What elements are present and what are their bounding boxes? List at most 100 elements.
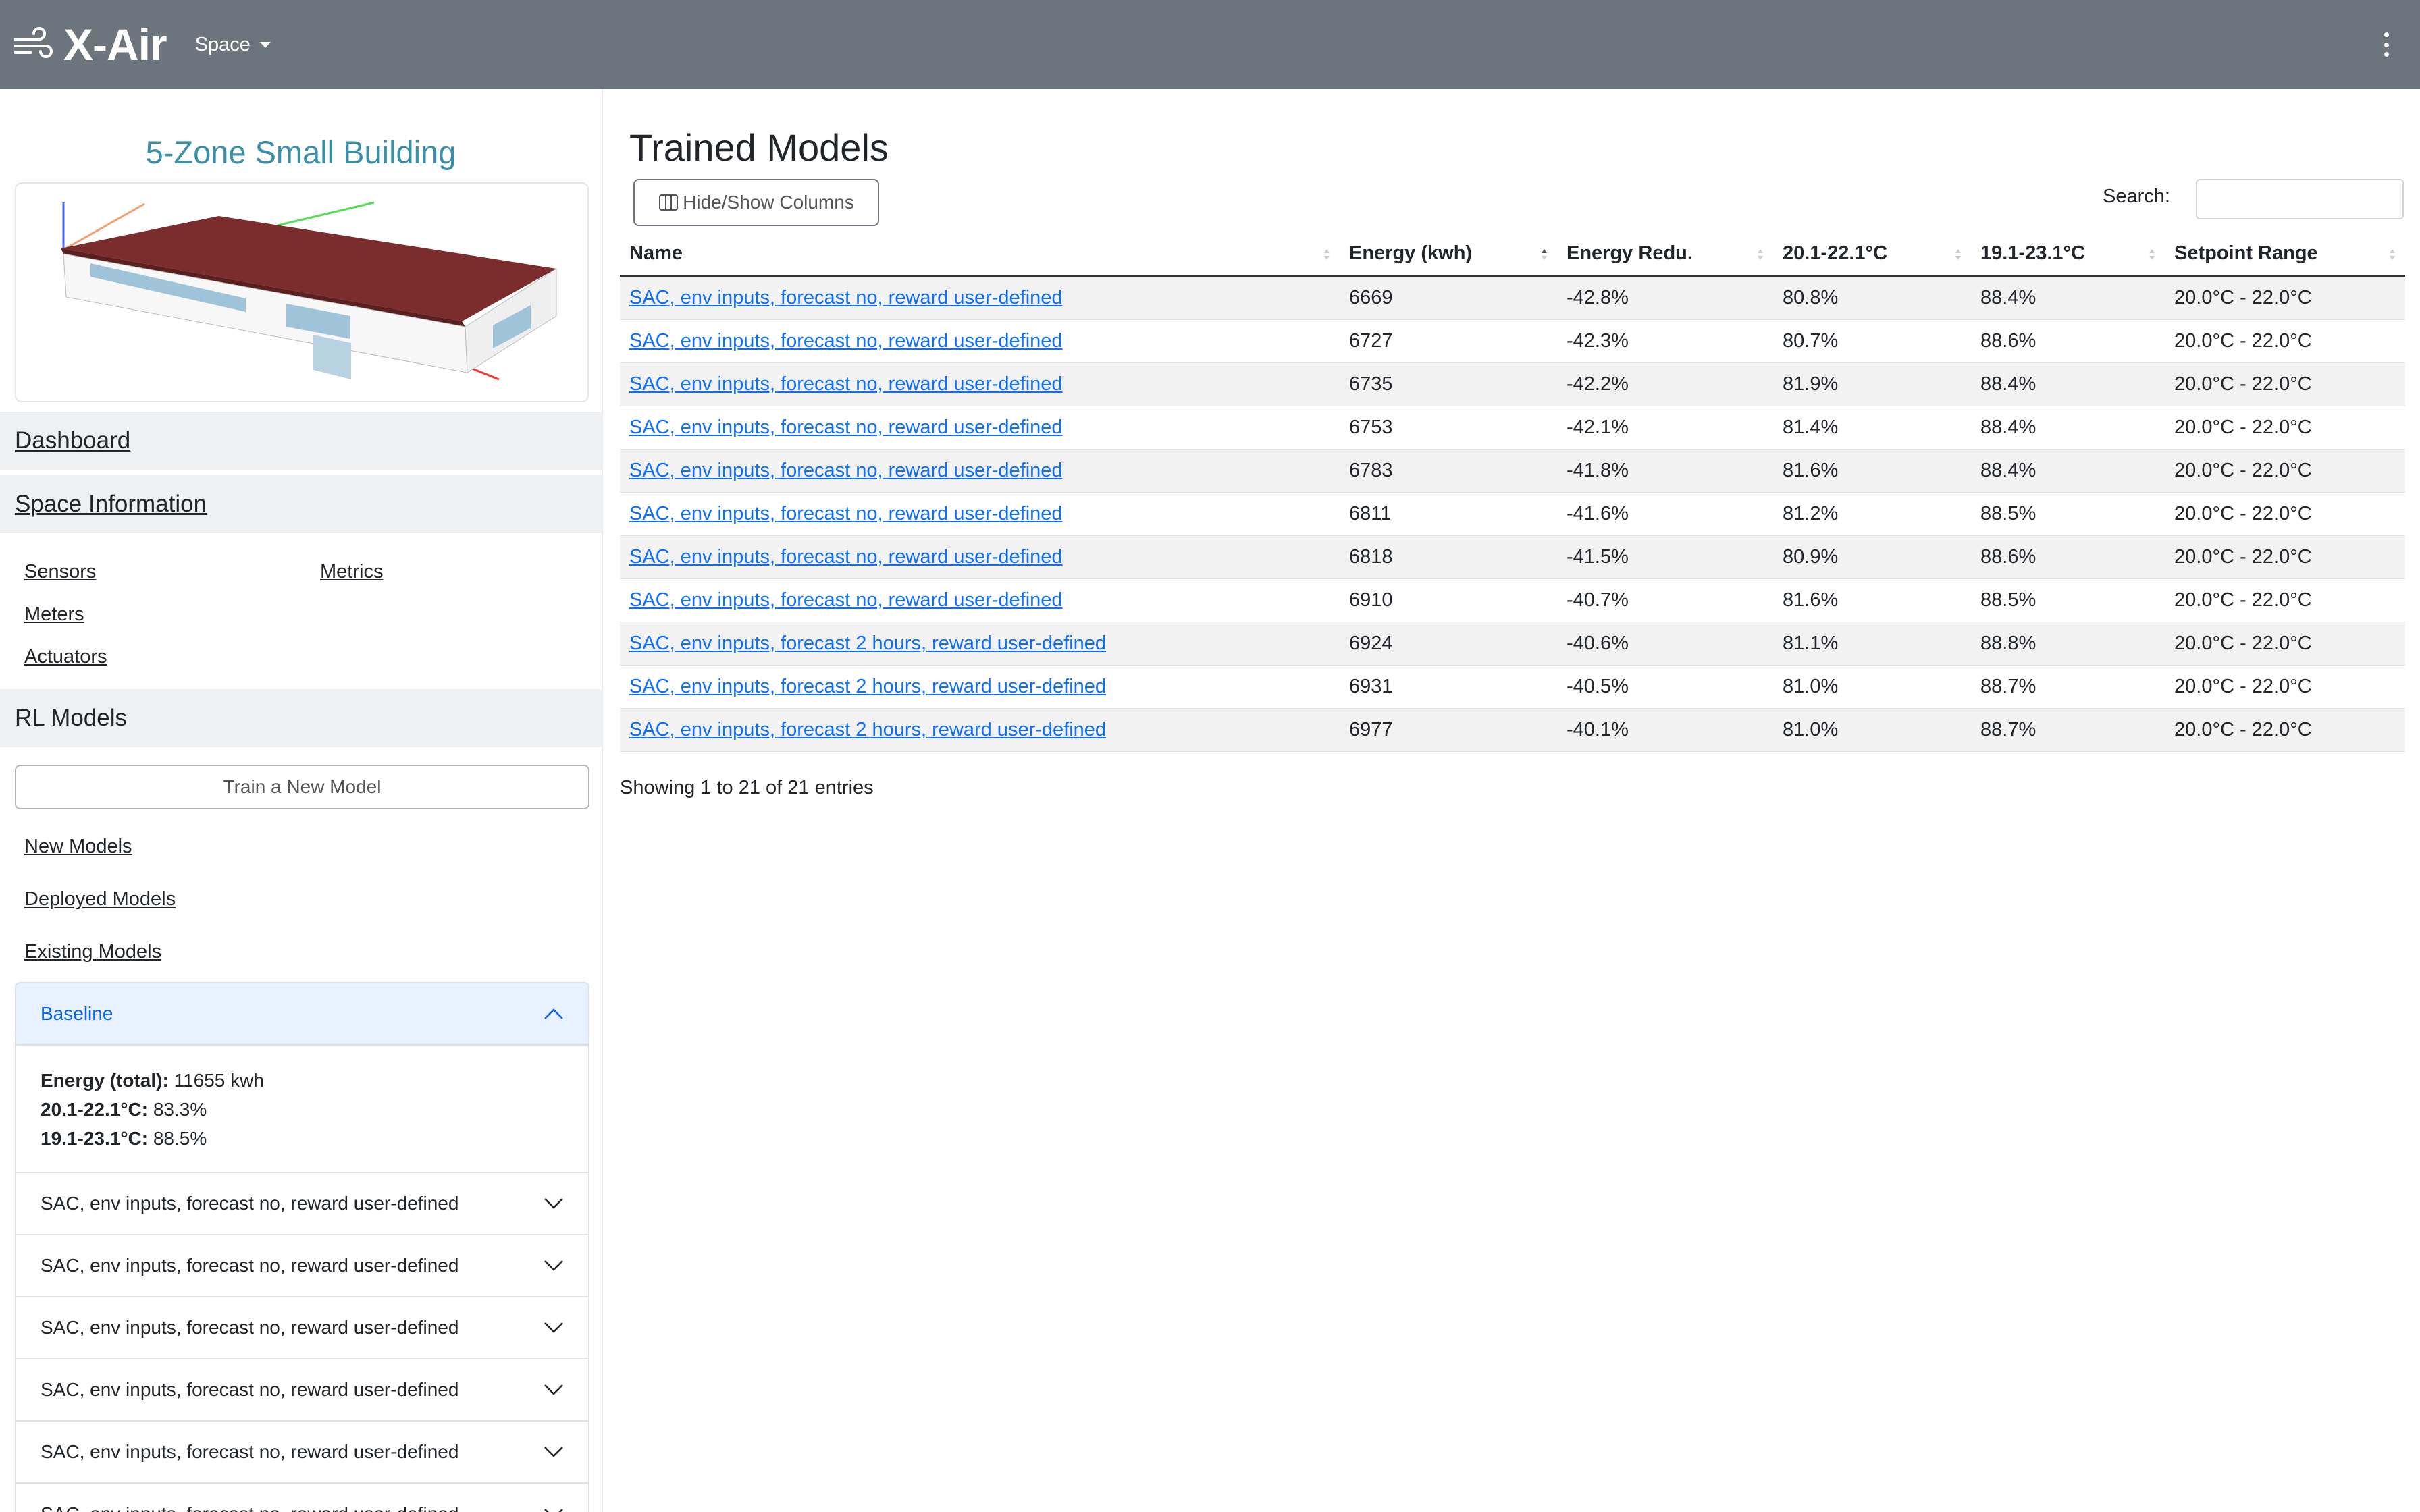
table-cell: 6727 [1340, 319, 1557, 363]
model-accordion-label: SAC, env inputs, forecast no, reward use… [41, 1503, 458, 1512]
space-information-link[interactable]: Space Information [15, 491, 207, 518]
model-accordion-item[interactable]: SAC, env inputs, forecast no, reward use… [16, 1235, 588, 1297]
chevron-down-icon [544, 1198, 563, 1209]
energy-total-value: 11655 kwh [174, 1070, 264, 1091]
model-name-link[interactable]: SAC, env inputs, forecast no, reward use… [629, 503, 1063, 524]
chevron-down-icon [544, 1322, 563, 1333]
table-cell: SAC, env inputs, forecast no, reward use… [620, 578, 1340, 622]
table-cell: 20.0°C - 22.0°C [2165, 319, 2405, 363]
table-cell: 81.6% [1773, 449, 1971, 493]
table-cell: -41.5% [1557, 535, 1773, 579]
column-header[interactable]: Energy Redu. [1557, 232, 1773, 277]
table-cell: SAC, env inputs, forecast no, reward use… [620, 406, 1340, 450]
table-cell: SAC, env inputs, forecast no, reward use… [620, 535, 1340, 579]
model-name-link[interactable]: SAC, env inputs, forecast no, reward use… [629, 460, 1063, 481]
model-name-link[interactable]: SAC, env inputs, forecast no, reward use… [629, 287, 1063, 308]
table-row: SAC, env inputs, forecast no, reward use… [620, 406, 2405, 450]
column-header[interactable]: Setpoint Range [2165, 232, 2405, 277]
train-new-model-button[interactable]: Train a New Model [15, 765, 589, 809]
table-cell: 80.7% [1773, 319, 1971, 363]
actuators-link[interactable]: Actuators [24, 636, 320, 678]
table-cell: 88.6% [1971, 319, 2165, 363]
table-cell: 88.4% [1971, 276, 2165, 320]
table-cell: 20.0°C - 22.0°C [2165, 276, 2405, 320]
hide-show-columns-label: Hide/Show Columns [683, 192, 854, 213]
baseline-accordion-header[interactable]: Baseline [16, 983, 588, 1046]
column-header-label: Energy Redu. [1567, 242, 1693, 264]
model-accordion-item[interactable]: SAC, env inputs, forecast no, reward use… [16, 1422, 588, 1484]
range2-label: 19.1-23.1°C: [41, 1128, 149, 1149]
table-cell: 81.4% [1773, 406, 1971, 450]
table-cell: 88.8% [1971, 622, 2165, 666]
models-table-container[interactable]: Name Energy (kwh) Energy Redu. 20.1-22.1°C 1… [620, 232, 2406, 762]
sort-icon [2390, 249, 2395, 260]
baseline-details: Energy (total): 11655 kwh 20.1-22.1°C: 8… [16, 1046, 588, 1173]
model-accordion-item[interactable]: SAC, env inputs, forecast no, reward use… [16, 1297, 588, 1359]
table-cell: 6818 [1340, 535, 1557, 579]
table-row: SAC, env inputs, forecast no, reward use… [620, 578, 2405, 622]
main-content: Trained Models Hide/Show Columns Search:… [620, 89, 2406, 1512]
table-cell: 88.5% [1971, 578, 2165, 622]
dashboard-link[interactable]: Dashboard [15, 427, 130, 454]
hide-show-columns-button[interactable]: Hide/Show Columns [633, 179, 879, 226]
brand-logo[interactable]: X-Air [12, 19, 167, 70]
model-name-link[interactable]: SAC, env inputs, forecast 2 hours, rewar… [629, 632, 1106, 654]
columns-icon [659, 194, 679, 211]
table-cell: -40.6% [1557, 622, 1773, 666]
model-name-link[interactable]: SAC, env inputs, forecast no, reward use… [629, 373, 1063, 395]
space-dropdown[interactable]: Space [195, 34, 271, 56]
column-header-label: Setpoint Range [2174, 242, 2318, 264]
chevron-up-icon [544, 1008, 563, 1019]
new-models-link[interactable]: New Models [24, 820, 602, 873]
table-cell: SAC, env inputs, forecast no, reward use… [620, 449, 1340, 493]
sensors-link[interactable]: Sensors [24, 551, 320, 593]
table-row: SAC, env inputs, forecast no, reward use… [620, 492, 2405, 536]
model-accordion-label: SAC, env inputs, forecast no, reward use… [41, 1379, 459, 1400]
table-cell: 20.0°C - 22.0°C [2165, 449, 2405, 493]
caret-down-icon [259, 41, 271, 48]
meters-link[interactable]: Meters [24, 593, 320, 636]
building-title: 5-Zone Small Building [145, 134, 456, 170]
table-cell: 6753 [1340, 406, 1557, 450]
model-name-link[interactable]: SAC, env inputs, forecast no, reward use… [629, 589, 1063, 611]
more-options-icon[interactable] [2379, 32, 2393, 57]
table-cell: -40.7% [1557, 578, 1773, 622]
model-accordion-label: SAC, env inputs, forecast no, reward use… [41, 1255, 459, 1276]
table-cell: 6811 [1340, 492, 1557, 536]
metrics-link[interactable]: Metrics [320, 551, 590, 593]
model-name-link[interactable]: SAC, env inputs, forecast no, reward use… [629, 546, 1063, 568]
sort-icon [1955, 249, 1961, 260]
column-header[interactable]: Energy (kwh) [1340, 232, 1557, 277]
table-row: SAC, env inputs, forecast no, reward use… [620, 535, 2405, 579]
table-cell: -40.1% [1557, 708, 1773, 752]
building-3d-model[interactable] [15, 182, 589, 402]
model-accordion-label: SAC, env inputs, forecast no, reward use… [41, 1317, 459, 1338]
rl-models-heading: RL Models [0, 689, 602, 747]
model-name-link[interactable]: SAC, env inputs, forecast no, reward use… [629, 416, 1063, 438]
table-cell: SAC, env inputs, forecast 2 hours, rewar… [620, 622, 1340, 666]
model-name-link[interactable]: SAC, env inputs, forecast 2 hours, rewar… [629, 676, 1106, 697]
table-cell: 88.7% [1971, 708, 2165, 752]
model-accordion-item[interactable]: SAC, env inputs, forecast no, reward use… [16, 1173, 588, 1235]
table-cell: 6783 [1340, 449, 1557, 493]
column-header[interactable]: Name [620, 232, 1340, 277]
table-cell: SAC, env inputs, forecast no, reward use… [620, 276, 1340, 320]
model-name-link[interactable]: SAC, env inputs, forecast 2 hours, rewar… [629, 719, 1106, 740]
energy-total-label: Energy (total): [41, 1070, 169, 1091]
column-header[interactable]: 20.1-22.1°C [1773, 232, 1971, 277]
table-cell: -41.8% [1557, 449, 1773, 493]
model-name-link[interactable]: SAC, env inputs, forecast no, reward use… [629, 330, 1063, 352]
model-accordion-item[interactable]: SAC, env inputs, forecast no, reward use… [16, 1359, 588, 1422]
model-accordion-label: SAC, env inputs, forecast no, reward use… [41, 1193, 459, 1214]
chevron-down-icon [544, 1447, 563, 1457]
deployed-models-link[interactable]: Deployed Models [24, 873, 602, 925]
search-input[interactable] [2196, 179, 2404, 219]
existing-models-link[interactable]: Existing Models [24, 925, 602, 978]
table-cell: 6735 [1340, 362, 1557, 406]
table-cell: -40.5% [1557, 665, 1773, 709]
column-header[interactable]: 19.1-23.1°C [1971, 232, 2165, 277]
column-header-label: Energy (kwh) [1349, 242, 1473, 264]
chevron-down-icon [544, 1509, 563, 1512]
chevron-down-icon [544, 1384, 563, 1395]
model-accordion-item[interactable]: SAC, env inputs, forecast no, reward use… [16, 1484, 588, 1512]
